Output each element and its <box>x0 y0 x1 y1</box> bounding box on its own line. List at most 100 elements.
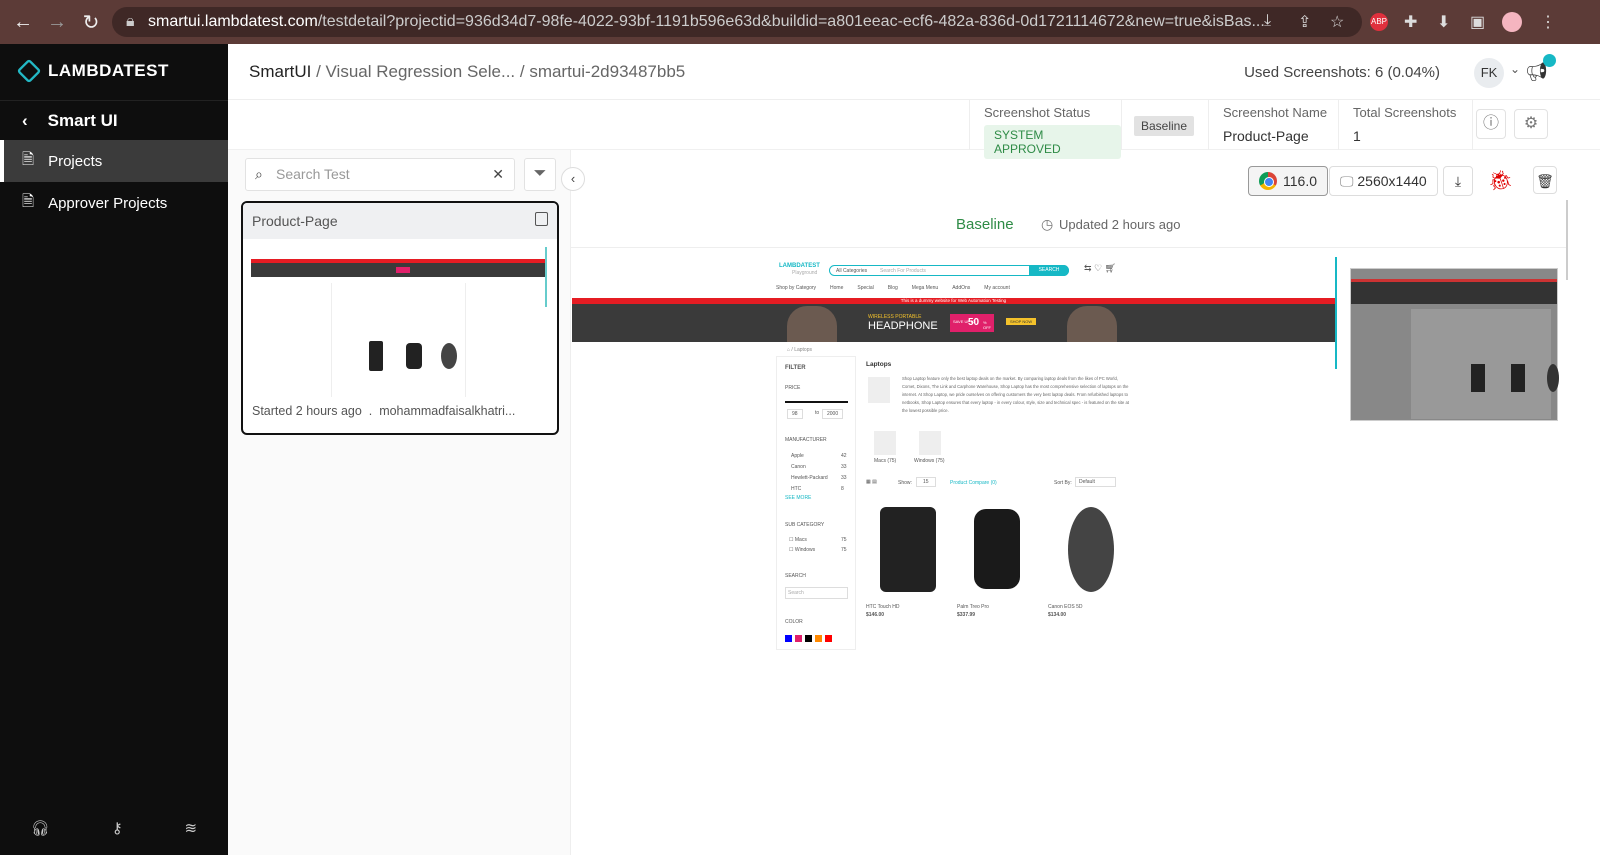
gear-icon[interactable]: ⚙ <box>1514 109 1548 139</box>
bug-icon[interactable]: 🐞︎ <box>1488 168 1513 193</box>
copy-icon[interactable] <box>535 212 548 226</box>
filter-button[interactable]: ⏷ <box>524 158 556 191</box>
download-button[interactable]: ⤓ <box>1443 166 1473 196</box>
test-card[interactable]: Product-Page Started 2 hours ago . moham… <box>241 201 559 435</box>
clock-icon: ◷ <box>1041 216 1054 232</box>
screenshot-content: ▦ ▤ <box>866 479 877 485</box>
reload-icon[interactable]: ↻ <box>74 10 108 35</box>
screenshot-minimap[interactable] <box>1350 268 1559 421</box>
notification-dot <box>1543 54 1556 67</box>
screenshot-content <box>815 635 822 642</box>
screenshot-content: 98 <box>787 409 803 419</box>
screenshot-content: $337.99 <box>957 612 976 618</box>
screenshot-content: WIRELESS PORTABLE HEADPHONE SAVE UPTO 50%… <box>572 304 1335 342</box>
screenshot-content: Laptops <box>866 361 892 368</box>
search-input[interactable]: ⌕ Search Test ✕ <box>245 158 515 191</box>
screenshot-content: Canon <box>791 464 806 470</box>
screenshot-content <box>785 635 835 644</box>
extensions-icon[interactable]: ✚ <box>1404 12 1417 32</box>
screenshot-content <box>785 401 848 403</box>
card-thumbnail <box>251 243 547 397</box>
sidebar: LAMBDATEST ‹ Smart UI 🗎︎ Projects 🗎︎ Approv… <box>0 44 228 855</box>
chevron-left-icon: ‹ <box>22 110 28 130</box>
screenshot-content: LAMBDATEST Playground All Categories Sea… <box>572 257 1335 301</box>
used-screenshots: Used Screenshots: 6 (0.04%) <box>1244 64 1440 81</box>
screenshot-content: PRICE <box>785 385 801 391</box>
breadcrumb-smartui[interactable]: SmartUI <box>249 62 311 81</box>
screenshot-content: 8 <box>841 486 844 492</box>
collapse-panel-button[interactable]: ‹ <box>561 167 585 191</box>
screenshot-content: 33 <box>841 464 847 470</box>
delete-button[interactable]: 🗑︎ <box>1533 166 1557 194</box>
forward-icon[interactable]: → <box>40 11 74 34</box>
screenshot-content: All Categories Search For Products SEARC… <box>829 265 1069 276</box>
lambdatest-logo[interactable]: LAMBDATEST <box>16 58 169 84</box>
page-scrollbar[interactable] <box>1566 200 1568 280</box>
screenshot-content: SHOP NOW <box>1006 318 1037 325</box>
screenshot-content: Windows <box>794 547 816 553</box>
breadcrumb-project[interactable]: / Visual Regression Sele... / <box>311 62 529 81</box>
screenshot-content <box>825 635 832 642</box>
headset-icon[interactable]: 🎧︎ <box>31 819 50 837</box>
baseline-screenshot[interactable]: LAMBDATEST Playground All Categories Sea… <box>572 257 1335 650</box>
screenshot-scrollbar[interactable] <box>1335 257 1337 369</box>
address-bar[interactable]: 🔒︎ smartui.lambdatest.com/testdetail?proj… <box>112 7 1362 37</box>
card-title: Product-Page <box>252 213 338 229</box>
screenshot-content: COLOR <box>785 619 803 625</box>
screenshot-content: Macs (75) <box>874 458 897 464</box>
screenshot-content: FILTER PRICE 98 to 2000 MANUFACTURER App… <box>776 356 856 650</box>
screenshot-content <box>795 635 802 642</box>
screenshot-content: SEE MORE <box>785 495 812 501</box>
screenshot-content: AddOns <box>952 285 971 291</box>
profile-icon[interactable] <box>1502 12 1522 32</box>
sidepanel-icon[interactable]: ▣ <box>1470 12 1485 32</box>
screenshot-content: $146.00 <box>866 612 885 618</box>
chevron-down-icon[interactable]: ⌄ <box>1510 62 1520 76</box>
sidebar-item-label: Projects <box>48 152 103 170</box>
avatar[interactable]: FK <box>1474 58 1504 88</box>
screenshot-content: Mega Menu <box>911 285 939 291</box>
browser-version-button[interactable]: 116.0 <box>1248 166 1328 196</box>
sidebar-item-projects[interactable]: 🗎︎ Projects <box>0 140 228 182</box>
key-icon[interactable]: ⚷ <box>112 819 123 837</box>
abp-icon[interactable]: ABP <box>1370 13 1388 31</box>
screenshot-content: SUB CATEGORY <box>785 522 825 528</box>
screenshot-content: LAMBDATEST <box>779 263 820 269</box>
clear-icon[interactable]: ✕ <box>492 159 504 190</box>
menu-icon[interactable]: ⋮ <box>1540 12 1556 32</box>
screenshot-content: Palm Treo Pro <box>957 604 989 610</box>
info-icon[interactable]: ⓘ <box>1476 109 1506 139</box>
download-icon[interactable]: ⤓ <box>1264 12 1271 30</box>
screenshot-content <box>1067 306 1117 342</box>
screenshot-content: 15 <box>916 477 936 487</box>
trash-icon: 🗑︎ <box>1536 173 1554 189</box>
screenshot-content: Windows (75) <box>914 458 945 464</box>
screenshot-content: Search For Products <box>880 268 926 274</box>
view-title: Baseline <box>956 216 1014 233</box>
star-icon[interactable]: ☆ <box>1330 12 1344 32</box>
status-cell: Screenshot Status SYSTEM APPROVED <box>969 100 1121 159</box>
breadcrumb-build: smartui-2d93487bb5 <box>529 61 686 81</box>
screenshot-content: Product Compare (0) <box>950 480 997 486</box>
screenshot-content: All Categories <box>836 268 868 274</box>
resolution-button[interactable]: 🖵︎ 2560x1440 <box>1329 166 1438 196</box>
screenshot-content: Blog <box>887 285 898 291</box>
section-title: Smart UI <box>47 110 118 130</box>
screenshot-content: Search <box>785 587 848 599</box>
share-icon[interactable]: ⇪ <box>1298 12 1311 32</box>
screenshot-content: Default <box>1075 477 1116 487</box>
back-to-smart-ui[interactable]: ‹ Smart UI <box>0 100 228 140</box>
screenshot-content: Special <box>857 285 874 291</box>
breadcrumb: SmartUI / Visual Regression Sele... / sm… <box>249 62 685 82</box>
sidebar-item-approver-projects[interactable]: 🗎︎ Approver Projects <box>0 182 228 224</box>
downloads-icon[interactable]: ⬇ <box>1437 12 1450 32</box>
layers-icon[interactable]: ≋ <box>185 819 198 837</box>
screenshot-content: Sort By: <box>1054 480 1072 486</box>
screenshot-content: MANUFACTURER <box>785 437 827 443</box>
browser-toolbar: ← → ↻ 🔒︎ smartui.lambdatest.com/testdetai… <box>0 0 1600 44</box>
card-meta: Started 2 hours ago . mohammadfaisalkhat… <box>252 404 516 418</box>
back-icon[interactable]: ← <box>6 11 40 34</box>
screenshot-content: 33 <box>841 475 847 481</box>
lock-icon: 🔒︎ <box>126 13 135 30</box>
screenshot-content <box>874 431 896 455</box>
